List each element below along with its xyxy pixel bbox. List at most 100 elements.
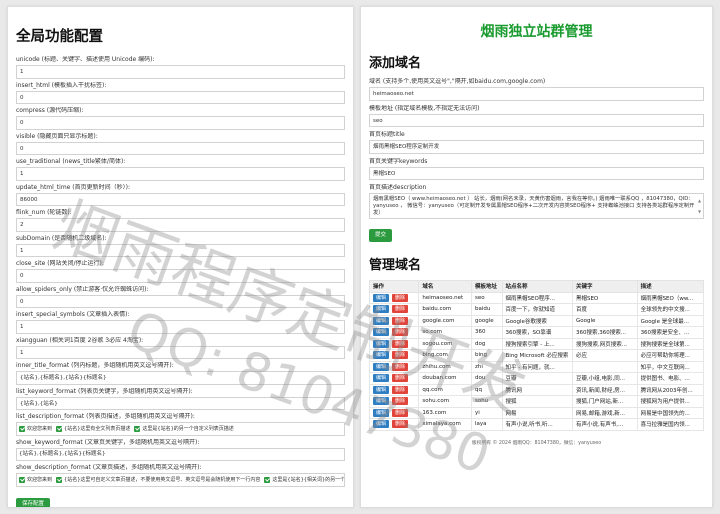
- config-field-input[interactable]: 1: [16, 345, 345, 359]
- config-field-input[interactable]: 0: [16, 269, 345, 283]
- delete-button[interactable]: 删除: [392, 351, 409, 360]
- config-field-input[interactable]: 2: [16, 218, 345, 232]
- config-field-input[interactable]: 1: [16, 243, 345, 257]
- textarea-scrollbar[interactable]: ▲ ▼: [697, 195, 702, 217]
- config-field-input[interactable]: 1: [16, 167, 345, 181]
- table-cell: 烟雨黑帽SEO程序...: [501, 291, 573, 304]
- row-actions: 编辑 删除: [368, 349, 420, 362]
- table-cell: 必应可帮助你将理...: [636, 349, 705, 362]
- config-field-input[interactable]: 0: [16, 294, 345, 308]
- checkbox-checked-icon[interactable]: [56, 476, 63, 483]
- table-cell: Google: [571, 314, 638, 327]
- home-title-input[interactable]: 烟雨黑帽SEO程序定制开发: [369, 140, 704, 154]
- row-actions: 编辑 删除: [368, 337, 420, 350]
- table-cell: 360搜索是安全、...: [636, 326, 705, 339]
- delete-button[interactable]: 删除: [392, 305, 409, 314]
- config-field: use_traditional (news_title繁体/简体): 1: [16, 158, 345, 181]
- edit-button[interactable]: 编辑: [373, 420, 390, 429]
- config-field-input[interactable]: 0: [16, 141, 345, 155]
- delete-button[interactable]: 删除: [392, 397, 409, 406]
- config-field-input[interactable]: 1: [16, 65, 345, 79]
- config-field-label: visible (隐藏页面只显示标题):: [16, 132, 98, 140]
- config-field-input[interactable]: {站名},{站名}: [16, 396, 345, 410]
- config-field-input[interactable]: 86000: [16, 192, 345, 206]
- table-header: 模板地址: [470, 280, 503, 293]
- table-row: 编辑 删除 heimaoseo.net seo 烟雨黑帽SEO程序... 黑帽SEO 烟雨黑…: [368, 291, 705, 304]
- scroll-down-icon[interactable]: ▼: [697, 206, 702, 217]
- config-field: xiangguan (相关词1百度 2谷歌 3必应 4淘宝): 1: [16, 337, 345, 359]
- config-field: show_description_format (文章页描述，多组随机用英文逗号…: [16, 464, 345, 487]
- config-field-input[interactable]: {站名},{标题名},{站名}{标题名}: [16, 447, 345, 461]
- row-actions: 编辑 删除: [368, 360, 420, 373]
- delete-button[interactable]: 删除: [392, 385, 409, 394]
- delete-button[interactable]: 删除: [392, 420, 409, 429]
- table-header: 域名: [418, 280, 472, 293]
- home-keywords-input[interactable]: 黑帽SEO: [369, 166, 704, 180]
- table-header: 关键字: [571, 280, 638, 293]
- table-cell: 提供图书、电影、...: [636, 372, 705, 385]
- table-row: 编辑 删除 google.com google Google谷歌搜索 Google Goog…: [368, 314, 705, 327]
- checkbox-checked-icon[interactable]: [19, 476, 25, 483]
- checkbox-checked-icon[interactable]: [134, 425, 141, 432]
- save-config-button[interactable]: 保存配置: [16, 497, 51, 507]
- table-cell: 知乎，中文互联网...: [636, 360, 705, 373]
- table-cell: seo: [470, 291, 503, 304]
- delete-button[interactable]: 删除: [392, 362, 409, 371]
- delete-button[interactable]: 删除: [392, 316, 409, 325]
- edit-button[interactable]: 编辑: [373, 351, 390, 360]
- config-field: list_description_format (列表页描述，多组随机用英文逗号…: [16, 413, 345, 436]
- config-field: compress (源代码压缩): 0: [16, 107, 345, 130]
- scroll-up-icon[interactable]: ▲: [697, 195, 702, 206]
- edit-button[interactable]: 编辑: [373, 397, 390, 406]
- row-actions: 编辑 删除: [368, 383, 420, 396]
- edit-button[interactable]: 编辑: [373, 305, 390, 314]
- delete-button[interactable]: 删除: [392, 328, 409, 337]
- checkbox-checked-icon[interactable]: [264, 476, 271, 483]
- config-field-input[interactable]: {站名},{标题名},{站名}{标题名}: [16, 371, 345, 385]
- table-cell: 豆瓣: [501, 372, 573, 385]
- template-input[interactable]: seo: [369, 113, 704, 127]
- table-cell: 搜狐: [501, 395, 573, 408]
- table-cell: 网易是中国领先的...: [636, 406, 705, 419]
- edit-button[interactable]: 编辑: [373, 362, 390, 371]
- edit-button[interactable]: 编辑: [373, 339, 390, 348]
- row-actions: 编辑 删除: [368, 418, 420, 431]
- edit-button[interactable]: 编辑: [373, 316, 390, 325]
- checkbox-label: {站名}这里有全文列表页描述: [64, 425, 131, 432]
- table-cell: 搜狐,门户网站,新...: [571, 395, 638, 408]
- table-row: 编辑 删除 qq.com qq 腾讯网 资讯,新闻,财经,房... 腾讯网从2003年创..…: [368, 383, 705, 396]
- delete-button[interactable]: 删除: [392, 293, 409, 302]
- table-cell: 腾讯网: [501, 383, 573, 396]
- delete-button[interactable]: 删除: [392, 408, 409, 417]
- global-config-title: 全局功能配置: [16, 29, 103, 45]
- table-cell: Google谷歌搜索: [501, 314, 573, 327]
- table-cell: 豆瓣,小组,电影,同...: [571, 372, 638, 385]
- config-field: insert_special_symbols (文章插入表情): 1: [16, 311, 345, 334]
- edit-button[interactable]: 编辑: [373, 385, 390, 394]
- config-field-label: insert_special_symbols (文章插入表情):: [16, 311, 130, 318]
- template-label: 模板地址 (指定域名模板,不指定无法访问): [369, 104, 480, 112]
- config-field-input[interactable]: 欢迎您来到 {站名}这里可自定义文章页描述，不要使用英文逗号、英文逗号是会随机使用…: [16, 473, 345, 487]
- site-manager-header: 烟雨独立站群管理: [480, 24, 593, 40]
- checkbox-checked-icon[interactable]: [56, 425, 63, 432]
- delete-button[interactable]: 删除: [392, 374, 409, 383]
- checkbox-checked-icon[interactable]: [19, 425, 25, 432]
- table-cell: baidu: [470, 303, 503, 316]
- edit-button[interactable]: 编辑: [373, 408, 390, 417]
- domain-input[interactable]: heimaoseo.net: [369, 87, 704, 101]
- table-cell: ximalaya.com: [418, 418, 472, 431]
- delete-button[interactable]: 删除: [392, 339, 409, 348]
- config-field-label: use_traditional (news_title繁体/简体):: [16, 158, 126, 165]
- config-field-input[interactable]: 0: [16, 90, 345, 104]
- table-cell: 163.com: [418, 406, 472, 419]
- config-field-input[interactable]: 0: [16, 116, 345, 130]
- table-cell: baidu.com: [418, 303, 472, 316]
- submit-button[interactable]: 提交: [369, 229, 393, 242]
- edit-button[interactable]: 编辑: [373, 374, 390, 383]
- edit-button[interactable]: 编辑: [373, 293, 390, 302]
- table-cell: 黑帽SEO: [571, 291, 638, 304]
- config-field-input[interactable]: 欢迎您来到 {站名}这里有全文列表页描述 这里是{站名}的另一个自定义列表页描述: [16, 422, 345, 436]
- edit-button[interactable]: 编辑: [373, 328, 390, 337]
- home-description-textarea[interactable]: 烟雨黑帽SEO（ www.heimaoseo.net ） 站长，烟雨(网名未录，…: [369, 193, 704, 219]
- config-field-input[interactable]: 1: [16, 320, 345, 334]
